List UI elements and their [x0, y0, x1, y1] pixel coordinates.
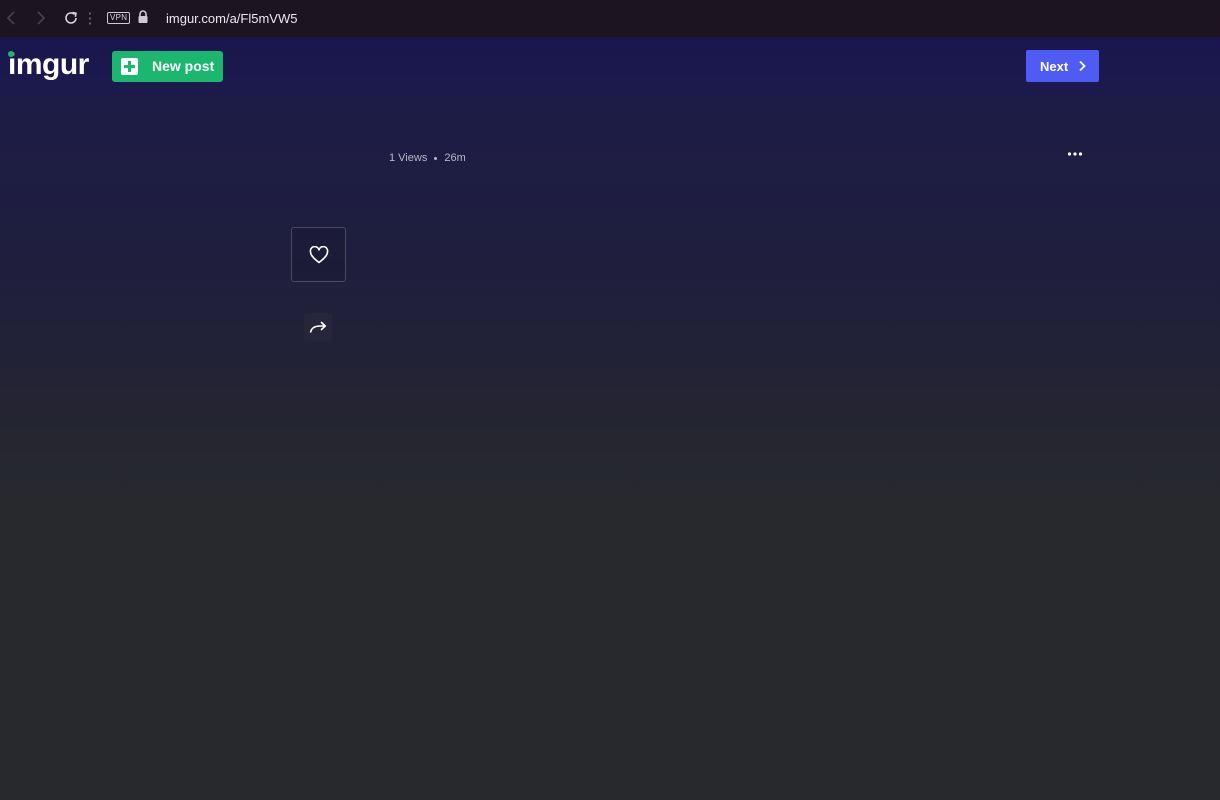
vpn-badge[interactable]: VPN — [107, 12, 131, 24]
plus-icon — [121, 58, 138, 75]
page-content: imgur New post Next 1 Views 26m — [0, 37, 1220, 800]
reload-icon — [65, 11, 77, 24]
address-bar-url[interactable]: imgur.com/a/Fl5mVW5 — [166, 11, 297, 26]
chevron-right-icon — [1079, 60, 1086, 72]
site-header: imgur New post Next — [0, 37, 1220, 95]
view-count: 1 Views — [389, 152, 428, 164]
reload-button[interactable] — [62, 9, 80, 27]
post-age: 26m — [444, 152, 466, 164]
heart-icon — [309, 246, 329, 264]
share-button[interactable] — [304, 313, 332, 341]
browser-toolbar: VPN imgur.com/a/Fl5mVW5 — [0, 0, 1220, 37]
forward-button[interactable] — [32, 9, 50, 27]
back-button[interactable] — [2, 9, 20, 27]
post-meta: 1 Views 26m — [389, 152, 466, 165]
new-post-label: New post — [152, 58, 215, 74]
next-label: Next — [1040, 59, 1069, 74]
share-icon — [309, 321, 327, 333]
meta-separator-dot — [434, 157, 438, 160]
imgur-logo[interactable]: imgur — [8, 49, 89, 81]
toolbar-separator — [89, 11, 91, 25]
back-icon — [6, 11, 15, 25]
new-post-button[interactable]: New post — [112, 51, 223, 82]
lock-icon[interactable] — [137, 10, 149, 24]
like-button[interactable] — [291, 227, 346, 282]
more-icon[interactable] — [1067, 150, 1083, 158]
logo-dot — [8, 51, 14, 57]
forward-icon — [37, 11, 46, 25]
next-button[interactable]: Next — [1026, 50, 1099, 82]
